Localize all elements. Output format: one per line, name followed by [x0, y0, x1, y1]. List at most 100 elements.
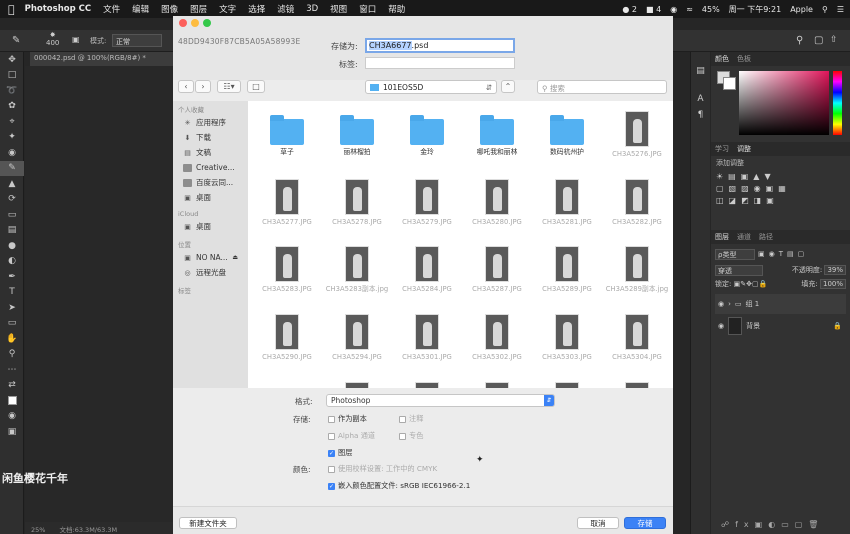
notes-checkbox[interactable]: 注释: [399, 414, 423, 424]
file-item[interactable]: CH3A5284.JPG: [392, 246, 462, 294]
view-mode-button[interactable]: ☷▾: [217, 80, 241, 93]
folder-item[interactable]: 数码杭州护: [532, 111, 602, 157]
file-item[interactable]: CH3A5279.JPG: [392, 179, 462, 227]
search-icon[interactable]: ⚲: [796, 35, 803, 46]
brush-tool-icon[interactable]: ✎: [0, 160, 24, 176]
layer-row-background[interactable]: ◉ 背景 🔒: [715, 314, 846, 338]
screen-mode-icon[interactable]: ▣: [0, 424, 24, 440]
spot-checkbox[interactable]: 专色: [399, 431, 423, 441]
menu-edit[interactable]: 编辑: [132, 3, 149, 15]
proof-checkbox[interactable]: 使用校样设置: 工作中的 CMYK: [328, 464, 437, 474]
menu-type[interactable]: 文字: [219, 3, 236, 15]
path-select-icon[interactable]: ➤: [0, 300, 24, 316]
lock-icons[interactable]: ▣✎✥▢🔒: [734, 280, 768, 288]
file-item[interactable]: CH3A5282.JPG: [602, 179, 672, 227]
adjustment-icons-row-3[interactable]: ◫◪◩◨▣: [716, 196, 845, 205]
minimize-window-icon[interactable]: [191, 19, 199, 27]
marquee-tool-icon[interactable]: □: [0, 68, 24, 84]
dodge-tool-icon[interactable]: ◐: [0, 254, 24, 270]
menu-image[interactable]: 图像: [161, 3, 178, 15]
tab-paths[interactable]: 路径: [759, 232, 773, 242]
wechat-icon[interactable]: ◉: [670, 5, 677, 14]
quickmask-icon[interactable]: ◉: [0, 409, 24, 425]
search-icon[interactable]: ⚲: [822, 5, 828, 14]
filename-field[interactable]: CH3A6677.psd: [365, 38, 515, 53]
clock[interactable]: 周一 下午9:21: [729, 4, 782, 15]
status-badge-2[interactable]: ■ 4: [646, 5, 661, 14]
format-select[interactable]: Photoshop ⇵: [326, 394, 555, 407]
layer-name[interactable]: 背景: [746, 321, 760, 331]
file-item[interactable]: CH3A5287.JPG: [462, 246, 532, 294]
menu-filter[interactable]: 滤镜: [277, 3, 294, 15]
zoom-level[interactable]: 25%: [31, 526, 45, 534]
kind-filter[interactable]: ρ类型: [715, 248, 755, 260]
fill-value[interactable]: 100%: [819, 279, 846, 289]
tags-field[interactable]: [365, 57, 515, 69]
background-swatch[interactable]: [723, 77, 736, 90]
quick-select-tool-icon[interactable]: ✿: [0, 99, 24, 115]
folder-item[interactable]: 草子: [252, 111, 322, 157]
menu-view[interactable]: 视图: [330, 3, 347, 15]
file-item[interactable]: CH3A5301.JPG: [392, 314, 462, 362]
menu-app[interactable]: Photoshop CC: [25, 4, 92, 14]
embed-profile-checkbox[interactable]: ✓ 嵌入颜色配置文件: sRGB IEC61966-2.1: [328, 481, 470, 491]
apple-menu-icon[interactable]: : [8, 3, 15, 16]
chevron-right-icon[interactable]: ›: [728, 300, 731, 308]
sidebar-item-icloud-desktop[interactable]: ▣ 桌面: [173, 219, 248, 234]
more-tools-icon[interactable]: ⋯: [0, 362, 24, 378]
battery-percent[interactable]: 45%: [702, 5, 720, 14]
layers-footer-icons[interactable]: ☍fx▣◐▭▢🗑: [721, 520, 824, 529]
pen-tool-icon[interactable]: ✒: [0, 269, 24, 285]
eye-icon[interactable]: ◉: [718, 322, 724, 330]
paragraph-icon[interactable]: ¶: [691, 110, 710, 120]
menu-3d[interactable]: 3D: [306, 4, 318, 14]
layer-name[interactable]: 组 1: [746, 299, 760, 309]
expand-button[interactable]: ⌃: [501, 80, 515, 93]
document-tab[interactable]: 000042.psd @ 100%(RGB/8#) *: [30, 52, 175, 66]
zoom-tool-icon[interactable]: ⚲: [0, 347, 24, 363]
file-item[interactable]: CH3A5283.JPG: [252, 246, 322, 294]
save-button[interactable]: 存储: [624, 517, 666, 529]
tab-adjustments[interactable]: 调整: [737, 144, 751, 154]
filter-icons[interactable]: ▣◉T▤▢: [758, 250, 808, 258]
color-picker[interactable]: [711, 66, 850, 142]
adjustment-icons-row-2[interactable]: ▢▧▨◉▣▦: [716, 184, 845, 193]
file-item[interactable]: CH3A5283副本.jpg: [322, 246, 392, 294]
shape-tool-icon[interactable]: ▭: [0, 316, 24, 332]
file-item[interactable]: CH3A5303.JPG: [532, 314, 602, 362]
file-item[interactable]: CH3A5278.JPG: [322, 179, 392, 227]
mode-select[interactable]: 正常: [112, 34, 162, 47]
workspace-icon[interactable]: ▢: [814, 35, 823, 46]
tab-swatches[interactable]: 色板: [737, 54, 751, 64]
tab-learn[interactable]: 学习: [715, 144, 729, 154]
file-item[interactable]: CH3A5294.JPG: [322, 314, 392, 362]
menu-select[interactable]: 选择: [248, 3, 265, 15]
blur-tool-icon[interactable]: ●: [0, 238, 24, 254]
file-item[interactable]: CH3A5277.JPG: [252, 179, 322, 227]
menu-file[interactable]: 文件: [103, 3, 120, 15]
menu-window[interactable]: 窗口: [359, 3, 376, 15]
tab-channels[interactable]: 通道: [737, 232, 751, 242]
stamp-tool-icon[interactable]: ▲: [0, 176, 24, 192]
zoom-window-icon[interactable]: [203, 19, 211, 27]
brush-size-picker[interactable]: ✸ 400: [46, 31, 59, 47]
eye-icon[interactable]: ◉: [718, 300, 724, 308]
user-menu[interactable]: Apple: [790, 5, 813, 14]
folder-item[interactable]: 金玲: [392, 111, 462, 157]
menu-list-icon[interactable]: ☰: [837, 5, 844, 14]
eraser-tool-icon[interactable]: ▭: [0, 207, 24, 223]
back-button[interactable]: ‹: [178, 80, 194, 93]
crop-tool-icon[interactable]: ⌖: [0, 114, 24, 130]
sidebar-item-creative[interactable]: Creative...: [173, 160, 248, 175]
hue-slider[interactable]: [833, 71, 842, 135]
file-item[interactable]: CH3A5289.JPG: [532, 246, 602, 294]
as-copy-checkbox[interactable]: 作为副本: [328, 414, 367, 424]
cancel-button[interactable]: 取消: [577, 517, 619, 529]
color-swatches[interactable]: [0, 393, 24, 409]
hand-tool-icon[interactable]: ✋: [0, 331, 24, 347]
sidebar-item-remote-disc[interactable]: ◎ 远程光盘: [173, 265, 248, 280]
menu-layer[interactable]: 图层: [190, 3, 207, 15]
share-icon[interactable]: ⇧: [830, 35, 838, 45]
eject-icon[interactable]: ⏏: [232, 254, 238, 261]
sidebar-item-desktop[interactable]: ▣ 桌面: [173, 190, 248, 205]
